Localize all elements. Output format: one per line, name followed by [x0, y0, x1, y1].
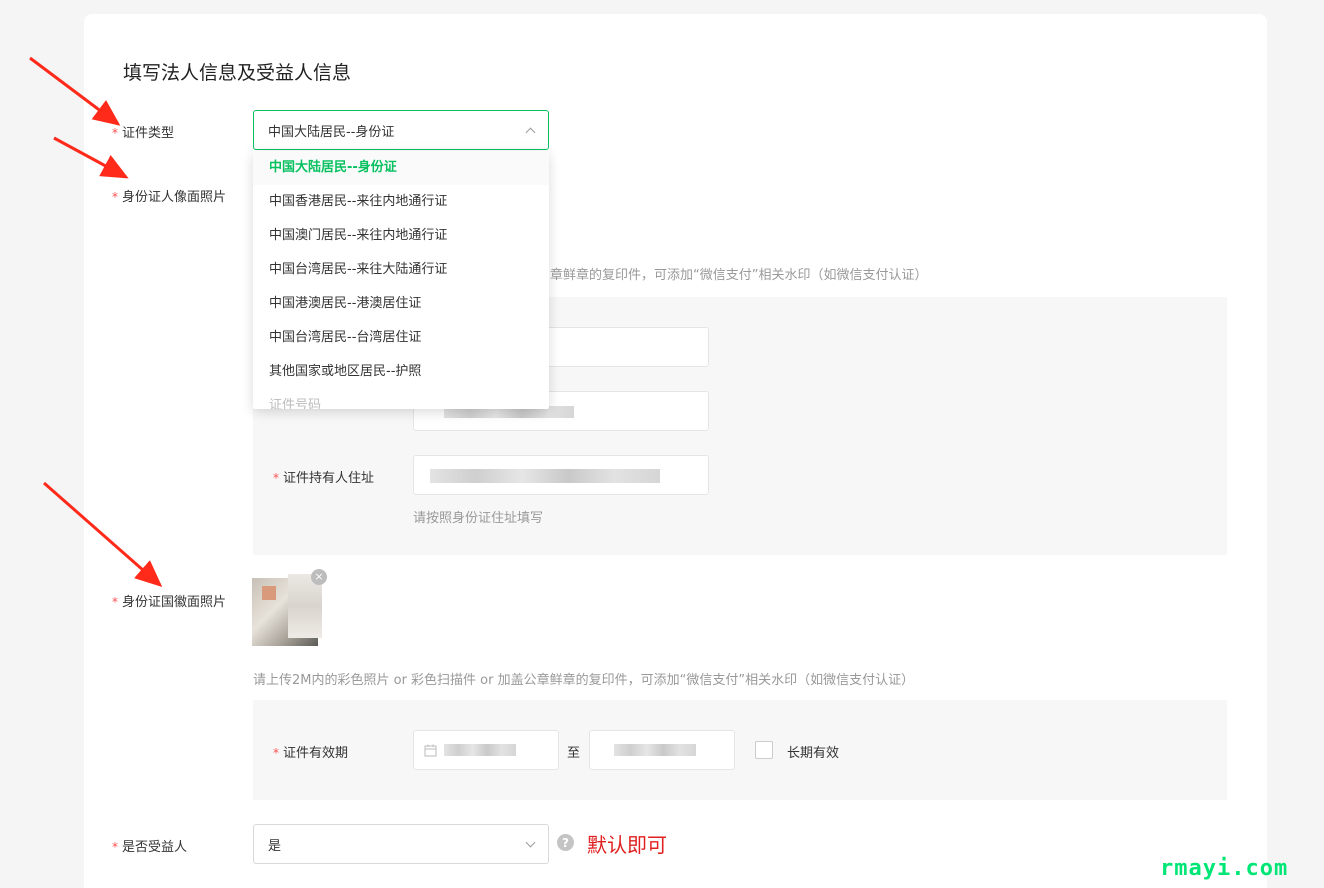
holder-address-label: * 证件持有人住址 [273, 471, 375, 486]
watermark-logo: rmayi.com [1160, 856, 1289, 881]
front-photo-hint: 章鲜章的复印件，可添加“微信支付”相关水印（如微信支付认证） [550, 268, 928, 283]
annotation-default: 默认即可 [587, 833, 667, 857]
section-title: 填写法人信息及受益人信息 [123, 62, 352, 84]
masked-value [614, 744, 696, 756]
id-type-select[interactable]: 中国大陆居民--身份证 [253, 110, 549, 150]
required-mark: * [112, 126, 118, 140]
chevron-down-icon [525, 837, 536, 847]
chevron-up-icon [525, 127, 536, 137]
dropdown-option[interactable]: 中国台湾居民--台湾居住证 [253, 321, 549, 355]
beneficiary-label: * 是否受益人 [112, 840, 188, 855]
back-photo-label: * 身份证国徽面照片 [112, 595, 227, 610]
dropdown-option[interactable]: 中国香港居民--来往内地通行证 [253, 185, 549, 219]
beneficiary-select[interactable]: 是 [253, 824, 549, 864]
calendar-icon [424, 744, 437, 757]
beneficiary-value: 是 [268, 838, 282, 854]
remove-photo-icon[interactable]: × [311, 569, 327, 585]
validity-start-input[interactable] [413, 730, 559, 770]
holder-address-hint: 请按照身份证住址填写 [413, 511, 544, 526]
holder-address-input[interactable] [413, 455, 709, 495]
long-term-checkbox[interactable] [755, 741, 773, 759]
dropdown-option[interactable]: 证件号码 [253, 389, 549, 409]
long-term-label: 长期有效 [787, 746, 840, 761]
dropdown-option[interactable]: 中国大陆居民--身份证 [253, 151, 549, 185]
dropdown-option[interactable]: 中国澳门居民--来往内地通行证 [253, 219, 549, 253]
id-type-dropdown: 中国大陆居民--身份证 中国香港居民--来往内地通行证 中国澳门居民--来往内地… [253, 151, 549, 409]
validity-panel [253, 700, 1227, 800]
id-type-value: 中国大陆居民--身份证 [268, 124, 395, 140]
help-icon[interactable]: ? [557, 834, 574, 851]
masked-value [430, 469, 660, 483]
date-separator: 至 [567, 746, 581, 761]
validity-label: * 证件有效期 [273, 746, 349, 761]
dropdown-option[interactable]: 中国港澳居民--港澳居住证 [253, 287, 549, 321]
dropdown-option[interactable]: 中国台湾居民--来往大陆通行证 [253, 253, 549, 287]
back-photo-hint: 请上传2M内的彩色照片 or 彩色扫描件 or 加盖公章鲜章的复印件，可添加“微… [253, 673, 915, 688]
validity-end-input[interactable] [589, 730, 735, 770]
dropdown-option[interactable]: 其他国家或地区居民--护照 [253, 355, 549, 389]
masked-value [444, 744, 516, 756]
back-photo-thumbnail[interactable] [252, 574, 322, 646]
id-type-label: * 证件类型 [112, 126, 175, 141]
front-photo-label: * 身份证人像面照片 [112, 190, 227, 205]
